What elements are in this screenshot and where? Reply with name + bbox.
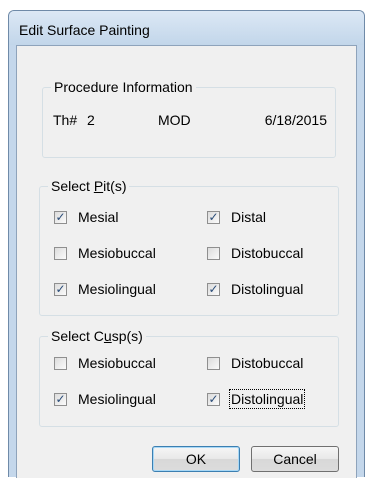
pit-distobuccal-checkbox[interactable]: Distobuccal (207, 243, 303, 263)
dialog-body: Procedure Information Th# 2 MOD 6/18/201… (16, 45, 357, 478)
cusp-mesiobuccal-checkbox[interactable]: Mesiobuccal (54, 353, 156, 373)
checkbox-label: Distolingual (231, 281, 304, 297)
checkbox-label: Distolingual (228, 389, 306, 409)
checkbox-unchecked-icon (207, 246, 220, 260)
checkbox-checked-icon (207, 210, 220, 224)
cusps-group: Select Cusp(s) Mesiobuccal Distobuccal M… (39, 328, 339, 427)
procedure-info-legend: Procedure Information (51, 79, 196, 95)
dialog-window: Edit Surface Painting Procedure Informat… (8, 10, 365, 478)
checkbox-checked-icon (54, 282, 67, 296)
pit-distal-checkbox[interactable]: Distal (207, 207, 266, 227)
pit-mesiobuccal-checkbox[interactable]: Mesiobuccal (54, 243, 156, 263)
checkbox-label: Distal (231, 209, 267, 225)
checkbox-checked-icon (54, 392, 67, 406)
title-bar[interactable]: Edit Surface Painting (9, 11, 364, 45)
checkbox-label: Mesiobuccal (78, 355, 156, 371)
checkbox-label: Distobuccal (231, 245, 304, 261)
procedure-info-group: Procedure Information Th# 2 MOD 6/18/201… (42, 79, 336, 158)
checkbox-label: Distobuccal (231, 355, 304, 371)
pit-mesiolingual-checkbox[interactable]: Mesiolingual (54, 279, 156, 299)
checkbox-unchecked-icon (54, 246, 67, 260)
checkbox-unchecked-icon (54, 356, 67, 370)
checkbox-label: Mesiolingual (78, 391, 156, 407)
procedure-date: 6/18/2015 (264, 112, 327, 128)
procedure-surfaces: MOD (158, 112, 191, 128)
cusps-legend: Select Cusp(s) (48, 328, 146, 344)
pits-group: Select Pit(s) Mesial Distal Mesiobuccal … (39, 178, 339, 316)
checkbox-checked-icon (54, 210, 67, 224)
pit-distolingual-checkbox[interactable]: Distolingual (207, 279, 303, 299)
pit-mesial-checkbox[interactable]: Mesial (54, 207, 118, 227)
cusp-mesiolingual-checkbox[interactable]: Mesiolingual (54, 389, 156, 409)
cancel-button[interactable]: Cancel (251, 446, 339, 472)
cusp-distolingual-checkbox[interactable]: Distolingual (207, 389, 306, 409)
checkbox-label: Mesiolingual (78, 281, 156, 297)
checkbox-checked-icon (207, 392, 220, 406)
pits-legend: Select Pit(s) (48, 178, 130, 194)
checkbox-label: Mesiobuccal (78, 245, 156, 261)
window-title: Edit Surface Painting (19, 22, 150, 38)
checkbox-checked-icon (207, 282, 220, 296)
cusp-distobuccal-checkbox[interactable]: Distobuccal (207, 353, 303, 373)
ok-button[interactable]: OK (152, 446, 240, 472)
tooth-label: Th# (53, 112, 78, 128)
checkbox-unchecked-icon (207, 356, 220, 370)
checkbox-label: Mesial (78, 209, 119, 225)
tooth-number: 2 (87, 112, 95, 128)
